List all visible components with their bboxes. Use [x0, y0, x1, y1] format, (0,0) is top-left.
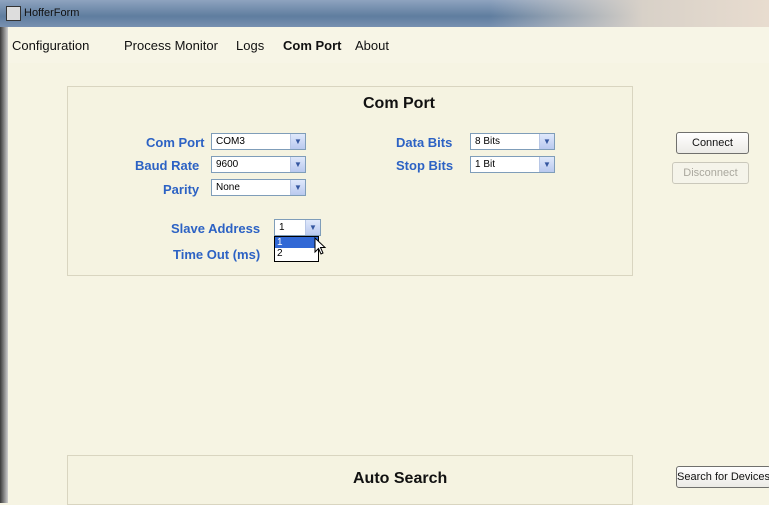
app-icon: [6, 6, 21, 21]
slave-address-option-2[interactable]: 2: [275, 248, 318, 259]
auto-search-title: Auto Search: [353, 470, 448, 487]
menu-item-com-port[interactable]: Com Port: [283, 38, 342, 53]
chevron-down-icon[interactable]: ▼: [290, 180, 305, 195]
com-port-panel: Com Port: [67, 86, 633, 276]
slave-address-value: 1: [279, 222, 285, 233]
stop-bits-value: 1 Bit: [475, 159, 496, 170]
parity-select[interactable]: None ▼: [211, 179, 306, 196]
search-for-devices-button[interactable]: Search for Devices: [676, 466, 769, 488]
title-bar: HofferForm: [0, 0, 769, 27]
timeout-label: Time Out (ms): [173, 247, 261, 262]
com-port-panel-title: Com Port: [363, 95, 435, 112]
chevron-down-icon[interactable]: ▼: [290, 157, 305, 172]
slave-address-label: Slave Address: [171, 221, 261, 236]
mouse-pointer-icon: [314, 237, 327, 255]
chevron-down-icon[interactable]: ▼: [539, 134, 554, 149]
slave-address-select[interactable]: 1 ▼: [274, 219, 321, 236]
disconnect-button[interactable]: Disconnect: [672, 162, 749, 184]
menu-item-configuration[interactable]: Configuration: [12, 38, 89, 53]
menu-item-logs[interactable]: Logs: [236, 38, 264, 53]
stop-bits-label: Stop Bits: [396, 158, 454, 173]
baud-rate-select[interactable]: 9600 ▼: [211, 156, 306, 173]
title-bar-background: [489, 0, 769, 27]
chevron-down-icon[interactable]: ▼: [539, 157, 554, 172]
window-title: HofferForm: [24, 7, 80, 19]
com-port-select[interactable]: COM3 ▼: [211, 133, 306, 150]
slave-address-option-1[interactable]: 1: [275, 237, 318, 248]
com-port-label: Com Port: [146, 135, 205, 150]
slave-address-dropdown: 1 2: [274, 236, 319, 262]
data-bits-label: Data Bits: [396, 135, 453, 150]
menu-item-about[interactable]: About: [355, 38, 389, 53]
parity-value: None: [216, 182, 240, 193]
stop-bits-select[interactable]: 1 Bit ▼: [470, 156, 555, 173]
chevron-down-icon[interactable]: ▼: [305, 220, 320, 235]
baud-rate-value: 9600: [216, 159, 239, 170]
connect-button[interactable]: Connect: [676, 132, 749, 154]
auto-search-panel: Auto Search: [67, 455, 633, 505]
baud-rate-label: Baud Rate: [135, 158, 200, 173]
data-bits-value: 8 Bits: [475, 136, 501, 147]
chevron-down-icon[interactable]: ▼: [290, 134, 305, 149]
menu-item-process-monitor[interactable]: Process Monitor: [124, 38, 218, 53]
parity-label: Parity: [163, 182, 200, 197]
data-bits-select[interactable]: 8 Bits ▼: [470, 133, 555, 150]
window-left-edge: [0, 0, 8, 503]
com-port-value: COM3: [216, 136, 245, 147]
